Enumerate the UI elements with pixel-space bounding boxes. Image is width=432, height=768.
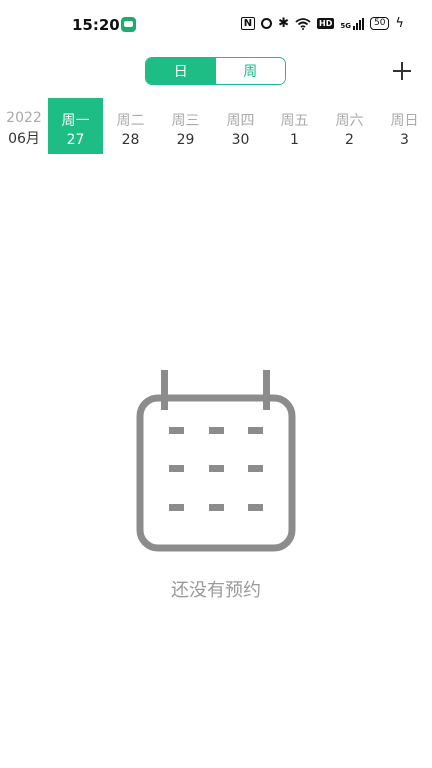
date-label: 3 <box>400 132 409 148</box>
battery-icon: 50 <box>369 17 390 30</box>
add-icon[interactable] <box>391 60 413 82</box>
status-time: 15:20 <box>72 16 120 34</box>
battery-level: 50 <box>373 18 386 28</box>
cellular-signal-icon: 5G <box>340 17 364 30</box>
nfc-icon: N <box>240 17 256 30</box>
charging-icon: ϟ <box>395 16 404 31</box>
weekday-label: 周二 <box>116 113 145 129</box>
calendar-icon <box>136 370 296 552</box>
week-strip: 2022 06月 周一 27 周二 28 周三 29 周四 30 周五 1 周六… <box>0 98 432 154</box>
weekday-label: 周四 <box>226 113 255 129</box>
status-icons: N ✱ HD 5G 50 ϟ <box>240 16 404 31</box>
month-label: 06月 <box>8 131 40 147</box>
weekday-label: 周日 <box>390 113 419 129</box>
day-cell[interactable]: 周五 1 <box>267 98 322 154</box>
view-toggle: 日 周 <box>145 57 286 85</box>
wifi-icon <box>295 17 311 30</box>
weekday-label: 周五 <box>280 113 309 129</box>
date-label: 29 <box>176 132 195 148</box>
day-cell[interactable]: 周三 29 <box>158 98 213 154</box>
tab-week[interactable]: 周 <box>215 58 285 84</box>
date-label: 28 <box>121 132 140 148</box>
alarm-icon <box>261 18 273 29</box>
date-label: 30 <box>231 132 250 148</box>
chat-notification-icon <box>121 17 136 32</box>
hd-icon: HD <box>317 18 335 29</box>
day-cell[interactable]: 周六 2 <box>322 98 377 154</box>
bluetooth-icon: ✱ <box>278 16 289 31</box>
weekday-label: 周六 <box>335 113 364 129</box>
day-cell[interactable]: 周二 28 <box>103 98 158 154</box>
year-label: 2022 <box>6 110 42 126</box>
date-label: 2 <box>345 132 354 148</box>
tab-day[interactable]: 日 <box>146 58 216 84</box>
status-bar: 15:20 N ✱ HD 5G 50 ϟ <box>0 0 432 50</box>
day-cell[interactable]: 周日 3 <box>377 98 432 154</box>
empty-state-message: 还没有预约 <box>171 580 261 601</box>
date-label: 1 <box>290 132 299 148</box>
month-indicator: 2022 06月 <box>0 98 48 154</box>
weekday-label: 周三 <box>171 113 200 129</box>
date-label: 27 <box>66 132 85 148</box>
day-cell[interactable]: 周一 27 <box>48 98 103 154</box>
day-cell[interactable]: 周四 30 <box>213 98 268 154</box>
weekday-label: 周一 <box>61 113 90 129</box>
